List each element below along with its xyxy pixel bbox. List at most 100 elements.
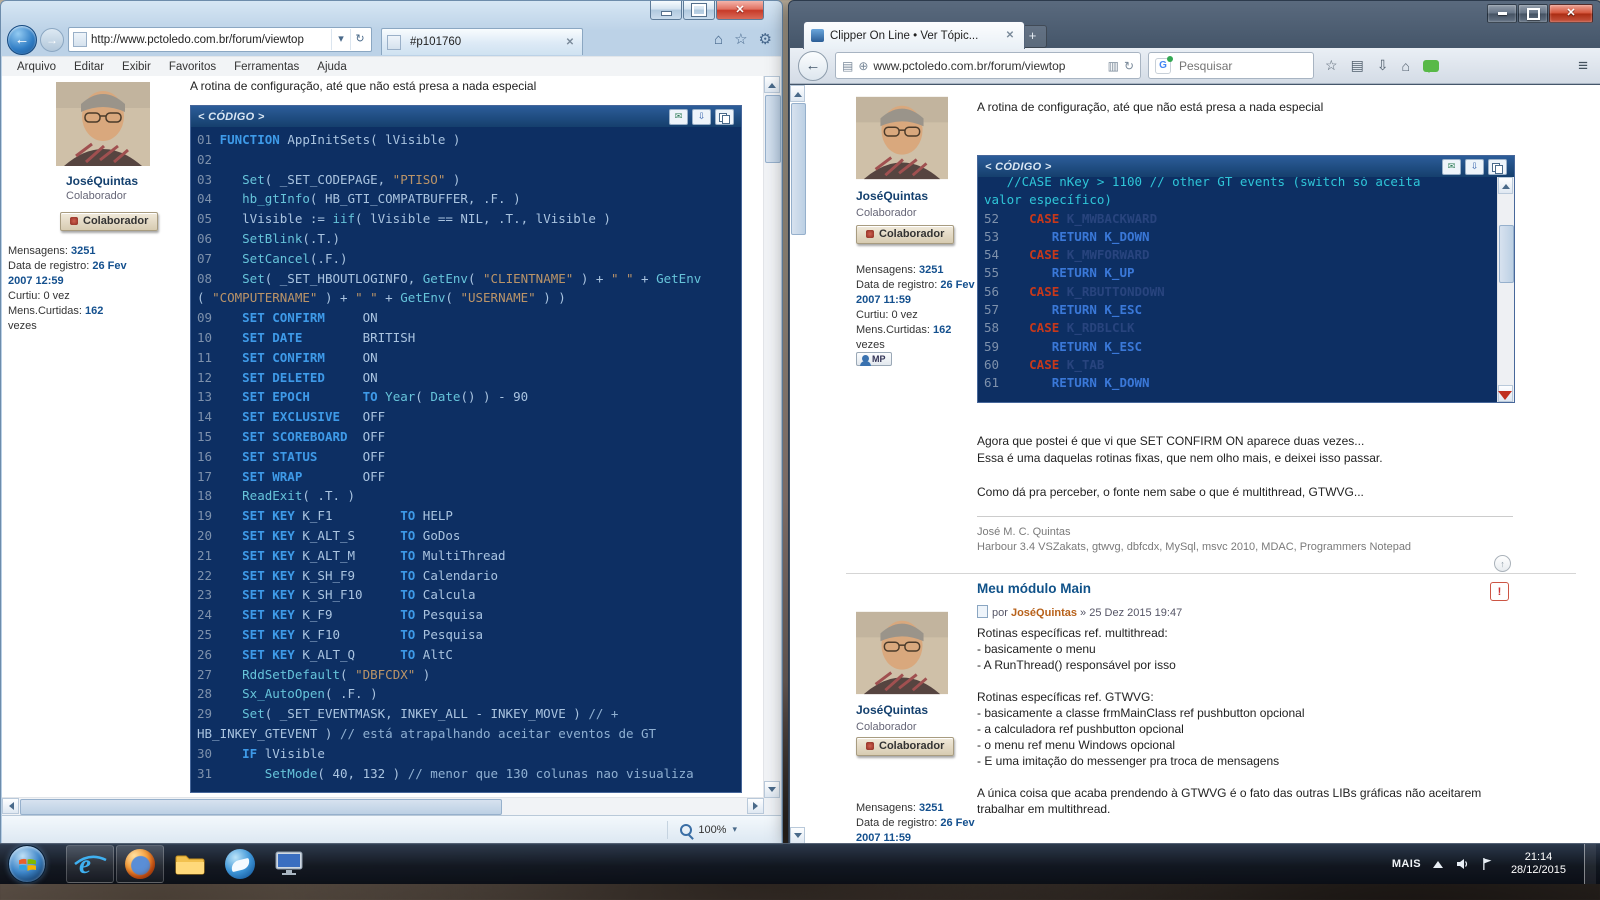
menu-exibir[interactable]: Exibir xyxy=(113,61,160,73)
scroll-down-button[interactable] xyxy=(790,827,805,844)
back-to-top-button[interactable]: ↑ xyxy=(1494,555,1511,572)
copy-icon[interactable] xyxy=(1488,159,1507,175)
browser-tab[interactable]: #p101760 ✕ xyxy=(381,28,583,55)
scroll-right-button[interactable] xyxy=(747,798,764,814)
scrollbar-thumb[interactable] xyxy=(1499,225,1514,283)
author-name[interactable]: JoséQuintas xyxy=(856,703,928,717)
meta-author-link[interactable]: JoséQuintas xyxy=(1011,607,1077,619)
page-scrollbar[interactable] xyxy=(763,76,781,798)
close-button[interactable]: ✕ xyxy=(1549,4,1593,23)
close-button[interactable]: ✕ xyxy=(716,1,764,20)
import-icon[interactable]: ⇩ xyxy=(1465,159,1484,175)
minimize-button[interactable] xyxy=(1487,4,1517,23)
home-icon[interactable]: ⌂ xyxy=(714,32,723,47)
downloads-icon[interactable]: ⇩ xyxy=(1377,57,1389,74)
pm-label: MP xyxy=(872,354,886,364)
tab-label: #p101760 xyxy=(410,36,461,48)
back-button[interactable]: ← xyxy=(7,25,37,55)
address-dropdown-icon[interactable]: ▾ xyxy=(331,29,350,50)
mail-icon[interactable]: ✉ xyxy=(1442,159,1461,175)
tray-more-label[interactable]: MAIS xyxy=(1392,858,1421,870)
scrollbar-thumb[interactable] xyxy=(791,103,806,235)
search-box[interactable]: G xyxy=(1148,52,1314,79)
text-line xyxy=(977,673,1522,689)
maximize-button[interactable] xyxy=(683,1,715,20)
scroll-down-button[interactable] xyxy=(764,781,780,798)
author-name[interactable]: JoséQuintas xyxy=(856,189,928,203)
horizontal-scrollbar[interactable] xyxy=(2,797,764,815)
post-title[interactable]: Meu módulo Main xyxy=(977,581,1091,596)
taskbar-firefox[interactable] xyxy=(116,845,164,883)
page-icon: ▤ xyxy=(842,60,853,72)
taskbar-ie[interactable]: e xyxy=(66,845,114,883)
code-listing: 01 FUNCTION AppInitSets( lVisible )02 03… xyxy=(191,127,741,792)
expand-code-icon[interactable] xyxy=(1498,391,1512,407)
scroll-left-button[interactable] xyxy=(2,798,19,814)
scrollbar-thumb[interactable] xyxy=(765,95,781,163)
menu-arquivo[interactable]: Arquivo xyxy=(8,61,65,73)
chat-icon[interactable] xyxy=(1423,60,1439,72)
code-block: < CÓDIGO > ✉ ⇩ //CASE nKey > 1100 // oth… xyxy=(977,155,1515,403)
scroll-up-button[interactable] xyxy=(790,85,805,102)
tab-favicon xyxy=(387,35,401,50)
copy-icon[interactable] xyxy=(715,109,734,125)
search-input[interactable] xyxy=(1177,58,1285,74)
bookmarks-panel-icon[interactable]: ▤ xyxy=(1351,57,1364,74)
taskbar-clock[interactable]: 21:14 28/12/2015 xyxy=(1505,851,1572,878)
badge-label: Colaborador xyxy=(83,215,148,227)
taskbar-explorer[interactable] xyxy=(166,845,214,883)
scroll-up-button[interactable] xyxy=(1498,177,1513,194)
zoom-control[interactable]: 100% ▾ xyxy=(667,821,737,839)
report-icon: ! xyxy=(1498,586,1502,598)
home-icon[interactable]: ⌂ xyxy=(1402,58,1410,74)
pm-button[interactable]: MP xyxy=(856,352,892,366)
address-bar[interactable]: ▤ ⊕ www.pctoledo.com.br/forum/viewtop ▥ … xyxy=(835,52,1141,79)
author-name[interactable]: JoséQuintas xyxy=(66,174,186,188)
menu-icon[interactable]: ≡ xyxy=(1578,56,1592,76)
action-center-flag-icon[interactable] xyxy=(1481,857,1493,871)
zoom-caret-icon: ▾ xyxy=(732,824,737,835)
forward-button[interactable]: → xyxy=(40,28,64,52)
maximize-button[interactable] xyxy=(1518,4,1548,23)
mail-icon[interactable]: ✉ xyxy=(669,109,688,125)
menu-ferramentas[interactable]: Ferramentas xyxy=(225,61,308,73)
show-desktop-button[interactable] xyxy=(1584,844,1596,884)
report-button[interactable]: ! xyxy=(1490,582,1509,601)
address-url[interactable]: www.pctoledo.com.br/forum/viewtop xyxy=(873,59,1102,73)
back-button[interactable]: ← xyxy=(798,51,828,81)
code-line: 12 SET DELETED ON xyxy=(197,368,735,388)
menu-ajuda[interactable]: Ajuda xyxy=(308,61,355,73)
address-url[interactable]: http://www.pctoledo.com.br/forum/viewtop xyxy=(91,34,331,46)
tab-close-icon[interactable]: ✕ xyxy=(1003,30,1017,41)
reader-icon[interactable]: ▥ xyxy=(1108,60,1119,72)
favorites-icon[interactable]: ☆ xyxy=(734,32,747,47)
taskbar-thunderbird[interactable] xyxy=(216,845,264,883)
menu-favoritos[interactable]: Favoritos xyxy=(160,61,225,73)
menu-editar[interactable]: Editar xyxy=(65,61,113,73)
taskbar-computer[interactable] xyxy=(266,845,314,883)
post-body: A rotina de configuração, até que não es… xyxy=(190,76,742,793)
reload-icon[interactable]: ↻ xyxy=(1124,60,1134,72)
minimize-button[interactable] xyxy=(650,1,682,20)
post-separator xyxy=(846,573,1576,574)
hamburger-icon: ≡ xyxy=(1578,56,1588,75)
scroll-up-button[interactable] xyxy=(764,76,780,93)
hidden-icons-icon[interactable] xyxy=(1433,856,1443,868)
tools-icon[interactable]: ⚙ xyxy=(759,32,772,47)
code-block-header: < CÓDIGO > ✉ ⇩ xyxy=(978,156,1514,177)
bookmark-star-icon[interactable]: ☆ xyxy=(1325,57,1338,74)
browser-tab[interactable]: Clipper On Line • Ver Tópic... ✕ xyxy=(803,21,1025,49)
hscrollbar-thumb[interactable] xyxy=(20,799,502,815)
search-engine-icon[interactable]: G xyxy=(1155,58,1171,74)
address-bar[interactable]: http://www.pctoledo.com.br/forum/viewtop… xyxy=(68,27,372,52)
start-button[interactable] xyxy=(8,845,46,883)
tab-close-icon[interactable]: ✕ xyxy=(563,37,577,48)
meta-date: » 25 Dez 2015 19:47 xyxy=(1077,607,1182,619)
refresh-icon[interactable]: ↻ xyxy=(350,29,369,50)
volume-icon[interactable] xyxy=(1455,857,1469,871)
code-scrollbar[interactable] xyxy=(1497,177,1514,402)
import-icon[interactable]: ⇩ xyxy=(692,109,711,125)
code-line: 25 SET KEY K_F10 TO Pesquisa xyxy=(197,625,735,645)
rank-badge: Colaborador xyxy=(856,225,954,244)
zoom-level[interactable]: 100% xyxy=(698,824,726,836)
